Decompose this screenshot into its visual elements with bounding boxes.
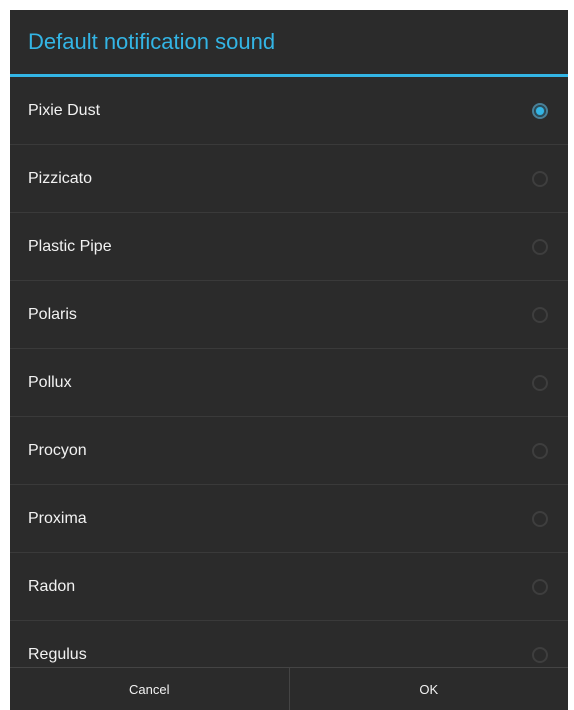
sound-item-regulus[interactable]: Regulus — [10, 621, 568, 670]
sound-item-label: Polaris — [28, 305, 77, 323]
sound-item-label: Pixie Dust — [28, 101, 101, 119]
radio-unselected-icon[interactable] — [532, 442, 548, 459]
radio-unselected-icon[interactable] — [532, 306, 548, 323]
sound-item-radon[interactable]: Radon — [10, 553, 568, 621]
dialog-title: Default notification sound — [28, 29, 276, 54]
sound-item-pizzicato[interactable]: Pizzicato — [10, 145, 568, 213]
sound-item-proxima[interactable]: Proxima — [10, 485, 568, 553]
radio-unselected-icon[interactable] — [532, 374, 548, 391]
sound-item-label: Procyon — [28, 441, 87, 459]
cancel-button[interactable]: Cancel — [10, 668, 289, 710]
radio-unselected-icon[interactable] — [532, 170, 548, 187]
sound-item-label: Proxima — [28, 509, 87, 527]
sound-item-polaris[interactable]: Polaris — [10, 281, 568, 349]
sound-item-pixie-dust[interactable]: Pixie Dust — [10, 77, 568, 145]
radio-unselected-icon[interactable] — [532, 238, 548, 255]
radio-selected-icon[interactable] — [532, 102, 548, 119]
sound-item-label: Radon — [28, 577, 76, 595]
radio-unselected-icon[interactable] — [532, 578, 548, 595]
dialog-title-bar: Default notification sound — [10, 10, 568, 74]
sound-item-procyon[interactable]: Procyon — [10, 417, 568, 485]
notification-sound-dialog: Default notification sound Pixie Dust Pi… — [10, 10, 568, 710]
sound-item-label: Pizzicato — [28, 169, 93, 187]
sound-item-label: Regulus — [28, 645, 87, 663]
sound-item-pollux[interactable]: Pollux — [10, 349, 568, 417]
sound-item-label: Pollux — [28, 373, 72, 391]
sound-item-label: Plastic Pipe — [28, 237, 112, 255]
radio-unselected-icon[interactable] — [532, 510, 548, 527]
ok-button[interactable]: OK — [290, 668, 569, 710]
sound-item-plastic-pipe[interactable]: Plastic Pipe — [10, 213, 568, 281]
sound-list[interactable]: Pixie Dust Pizzicato Plastic Pipe Polari… — [10, 77, 568, 670]
dialog-button-bar: Cancel OK — [10, 667, 568, 710]
radio-unselected-icon[interactable] — [532, 646, 548, 663]
